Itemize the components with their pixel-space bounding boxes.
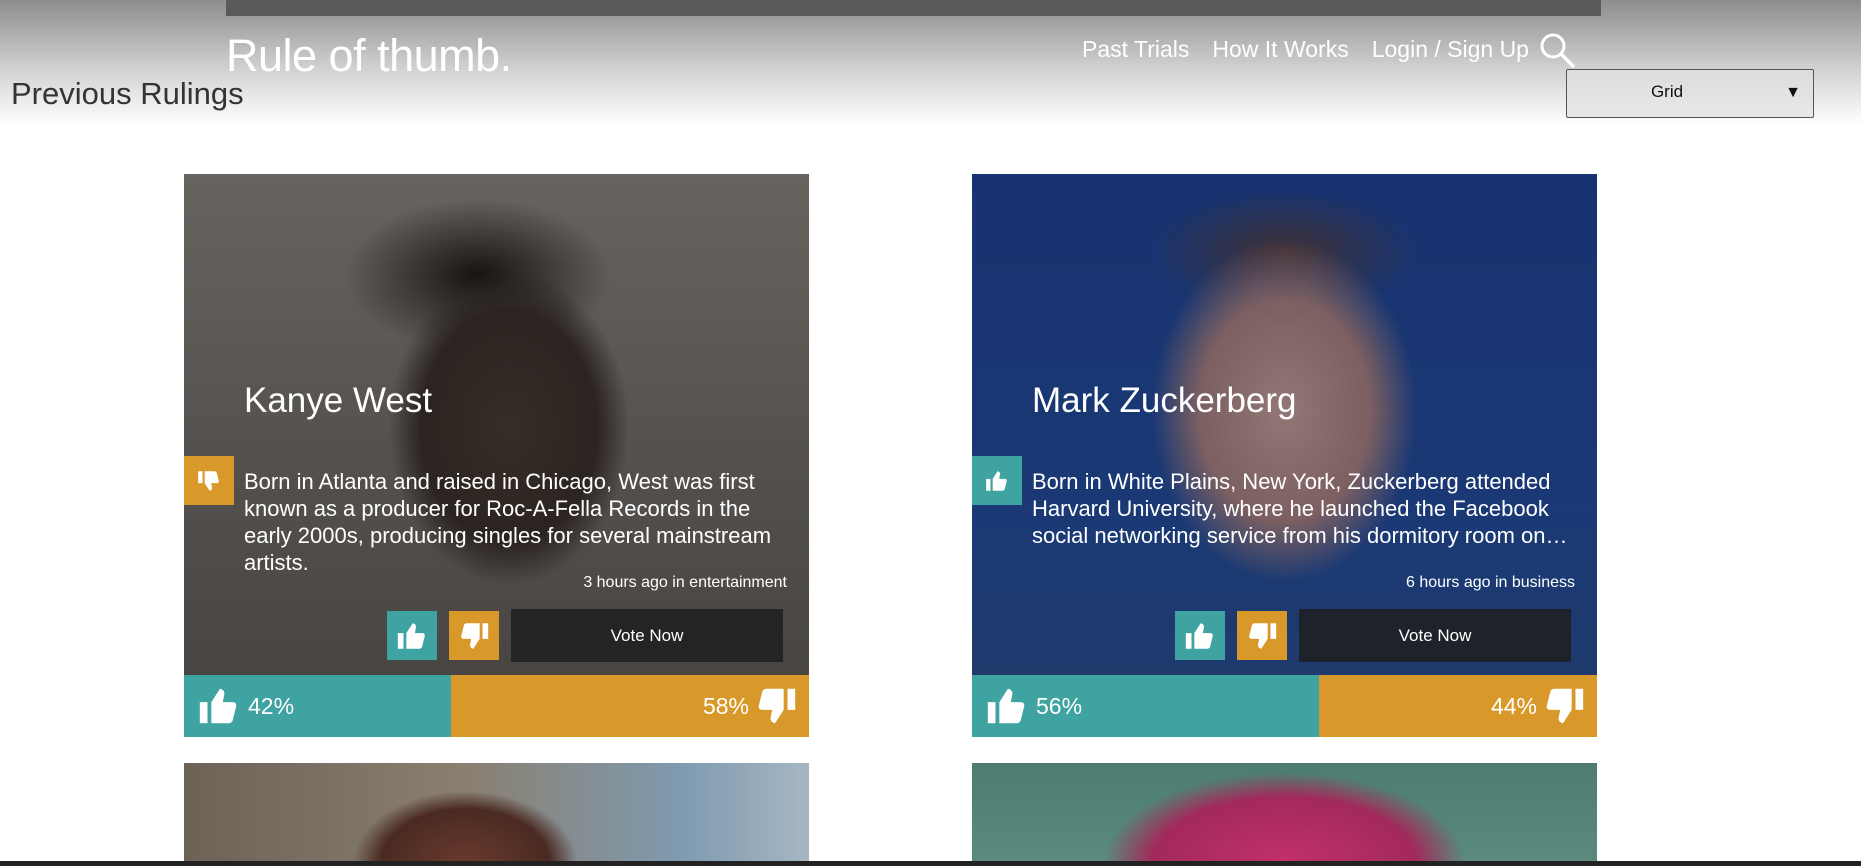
page-title: Previous Rulings xyxy=(11,76,244,111)
thumbs-down-icon xyxy=(758,688,796,724)
card-verdict-badge xyxy=(972,456,1022,505)
vote-thumbs-down-button[interactable] xyxy=(449,611,499,660)
positive-bar: 42% xyxy=(184,675,451,737)
card-description: Born in Atlanta and raised in Chicago, W… xyxy=(244,469,772,575)
main-nav: Past Trials How It Works Login / Sign Up xyxy=(1082,36,1529,63)
thumbs-down-icon xyxy=(1249,622,1277,649)
ruling-card: Kanye West Born in Atlanta and raised in… xyxy=(184,174,809,737)
vote-thumbs-up-button[interactable] xyxy=(1175,611,1225,660)
thumbs-up-icon xyxy=(1185,622,1213,649)
positive-percent: 56% xyxy=(1036,692,1083,719)
thumbs-up-icon xyxy=(986,470,1007,491)
card-meta: 3 hours ago in entertainment xyxy=(583,574,787,591)
nav-past-trials[interactable]: Past Trials xyxy=(1082,36,1189,63)
card-photo xyxy=(184,763,809,863)
view-select-value: Grid xyxy=(1650,82,1684,101)
thumbs-down-icon xyxy=(198,470,219,491)
logo[interactable]: Rule of thumb. xyxy=(226,30,512,82)
ruling-card-partial xyxy=(184,763,809,863)
negative-percent: 44% xyxy=(1490,692,1537,719)
chevron-down-icon: ▼ xyxy=(1785,84,1801,101)
positive-percent: 42% xyxy=(248,692,295,719)
thumbs-down-icon xyxy=(461,622,489,649)
card-meta: 6 hours ago in business xyxy=(1406,574,1575,591)
vote-thumbs-down-button[interactable] xyxy=(1237,611,1287,660)
top-strip xyxy=(226,0,1601,16)
ruling-card-partial xyxy=(972,763,1597,863)
search-icon[interactable] xyxy=(1539,32,1575,68)
horizontal-scrollbar[interactable] xyxy=(0,861,1861,866)
view-select[interactable]: Grid ▼ xyxy=(1566,69,1814,118)
positive-bar: 56% xyxy=(972,675,1319,737)
thumbs-up-icon xyxy=(397,622,425,649)
card-name: Mark Zuckerberg xyxy=(1032,381,1297,420)
card-verdict-badge xyxy=(184,456,234,505)
card-name: Kanye West xyxy=(244,381,433,420)
vote-now-button[interactable]: Vote Now xyxy=(1299,609,1571,662)
thumbs-up-icon xyxy=(987,688,1025,724)
card-photo xyxy=(972,763,1597,863)
vote-now-button[interactable]: Vote Now xyxy=(511,609,783,662)
nav-how-it-works[interactable]: How It Works xyxy=(1212,36,1348,63)
thumbs-up-icon xyxy=(199,688,237,724)
vote-thumbs-up-button[interactable] xyxy=(387,611,437,660)
ruling-card: Mark Zuckerberg Born in White Plains, Ne… xyxy=(972,174,1597,737)
negative-percent: 58% xyxy=(702,692,749,719)
thumbs-down-icon xyxy=(1546,688,1584,724)
negative-bar: 44% xyxy=(1319,675,1597,737)
nav-login-signup[interactable]: Login / Sign Up xyxy=(1372,36,1529,63)
negative-bar: 58% xyxy=(451,675,809,737)
card-description: Born in White Plains, New York, Zuckerbe… xyxy=(1032,469,1568,548)
